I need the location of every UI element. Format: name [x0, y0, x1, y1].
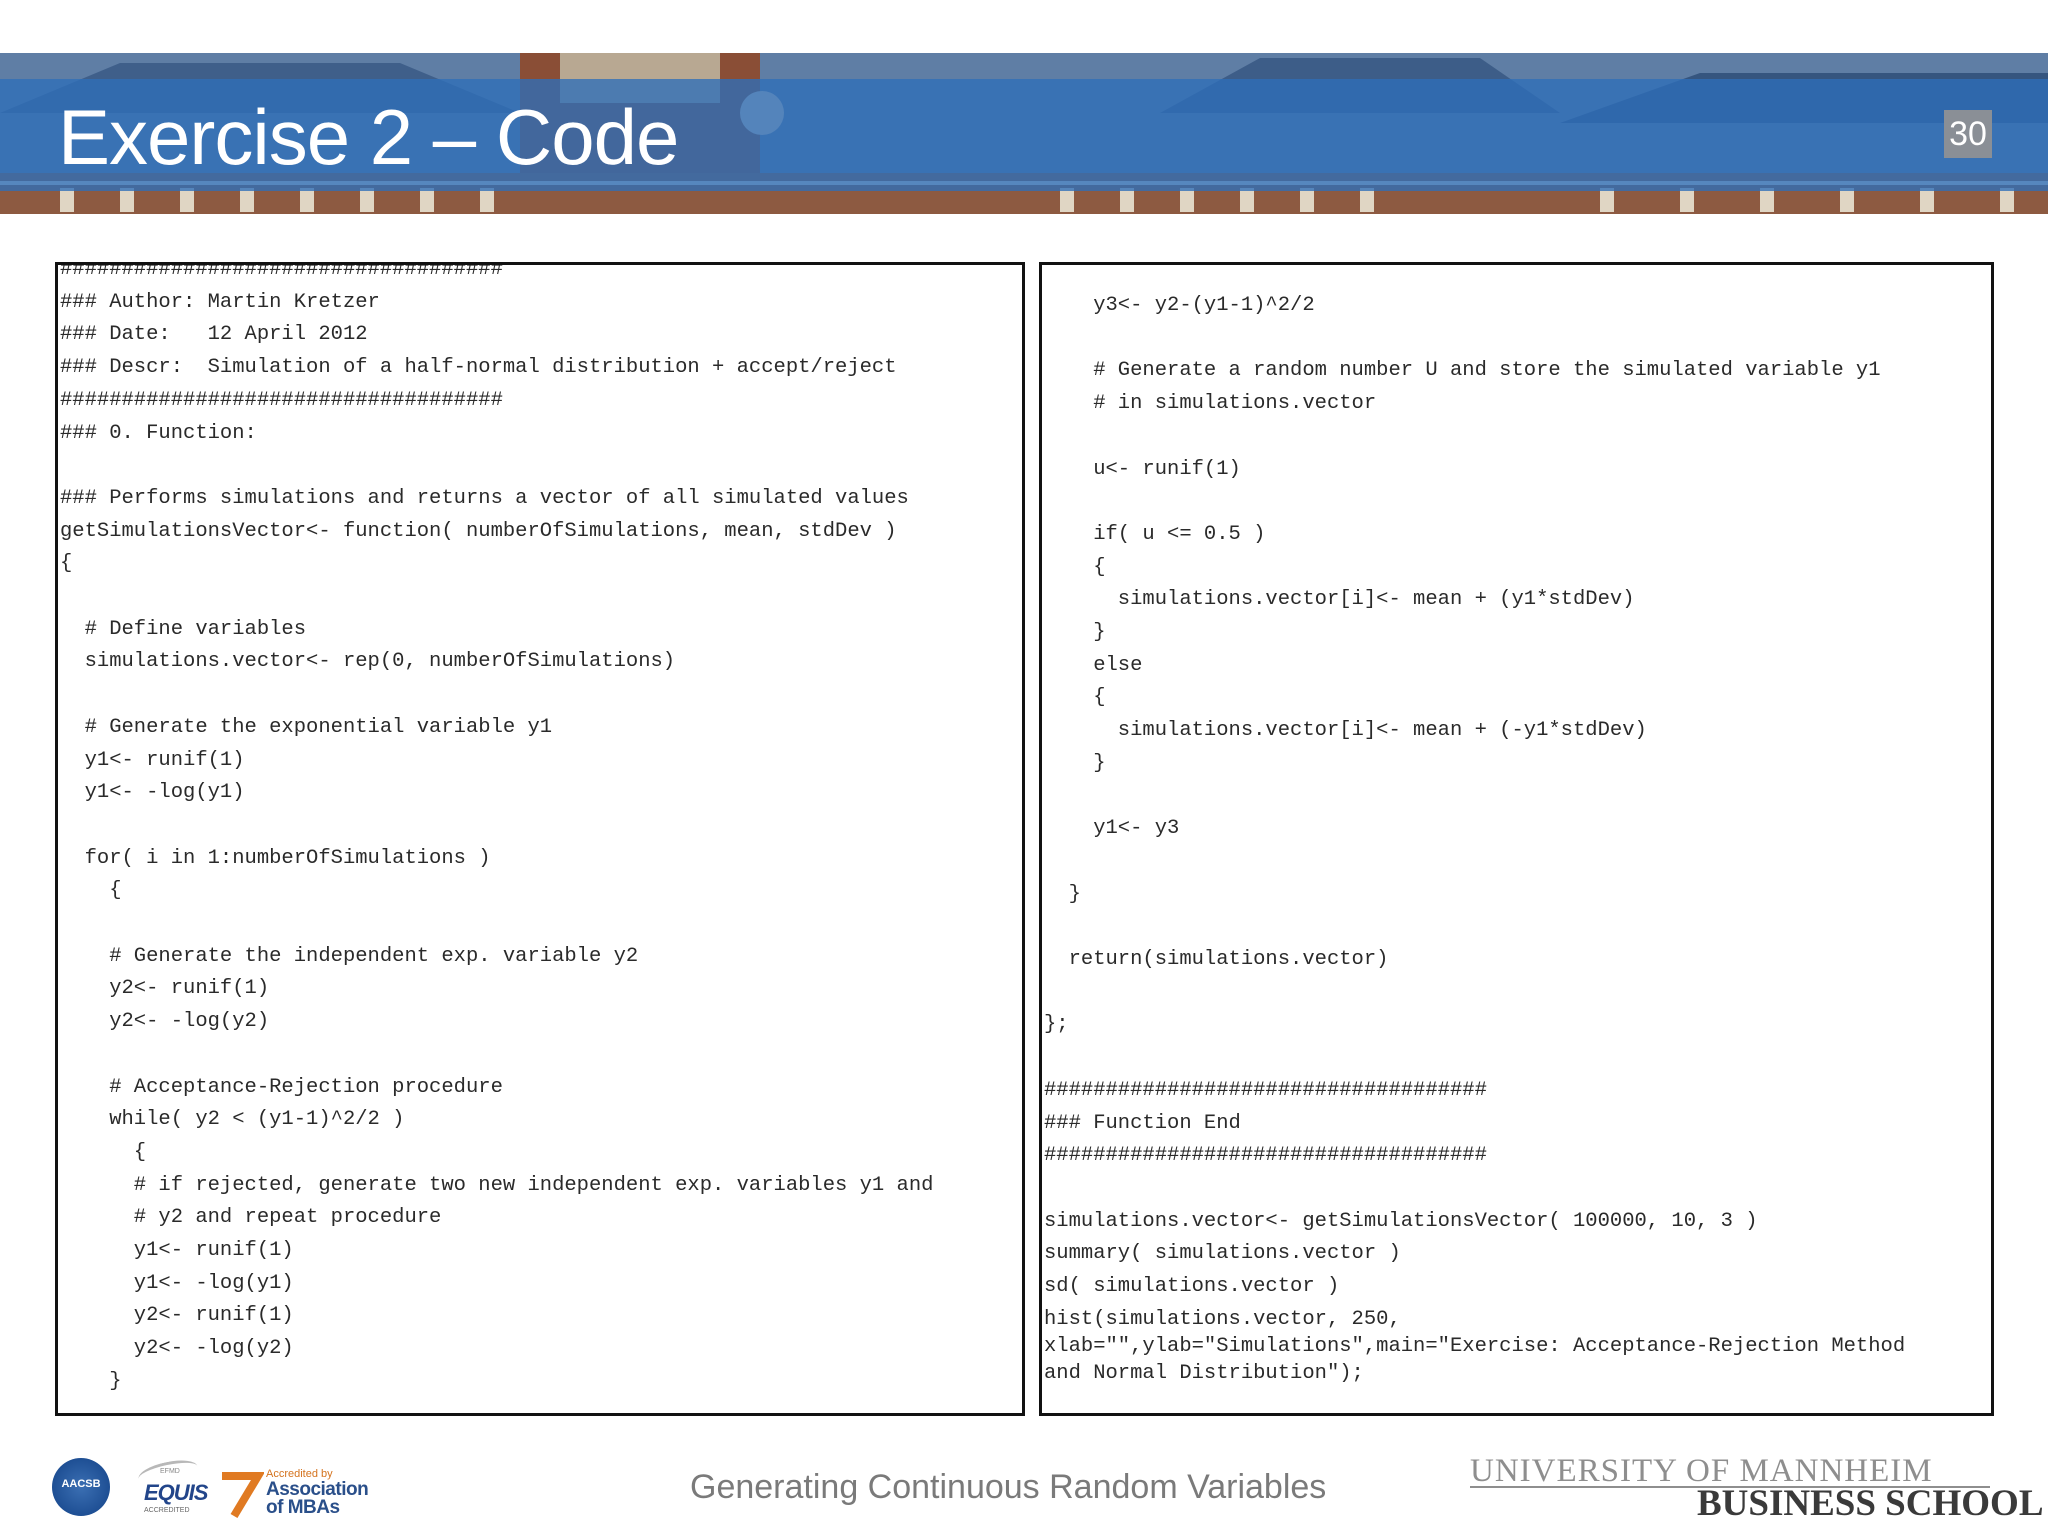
code-line: {: [60, 879, 122, 902]
code-line: and Normal Distribution");: [1044, 1362, 1364, 1385]
code-line: ### Author: Martin Kretzer: [60, 291, 380, 314]
code-line: u<- runif(1): [1044, 458, 1241, 481]
code-line: }: [1044, 621, 1106, 644]
code-line: ### 0. Function:: [60, 422, 257, 445]
code-line: # in simulations.vector: [1044, 392, 1377, 415]
code-line: }: [1044, 883, 1081, 906]
code-line: ### Function End: [1044, 1112, 1241, 1135]
code-line: y2<- -log(y2): [60, 1337, 294, 1360]
code-line: # Generate a random number U and store t…: [1044, 359, 1881, 382]
page-number: 30: [1944, 110, 1992, 158]
code-line: return(simulations.vector): [1044, 948, 1389, 971]
code-line: ####################################: [60, 389, 503, 412]
amba-line-2: of MBAs: [266, 1497, 340, 1518]
amba-name: Association of MBAs: [266, 1480, 369, 1518]
header-banner: Exercise 2 – Code 30: [0, 53, 2048, 214]
code-line: simulations.vector[i]<- mean + (y1*stdDe…: [1044, 588, 1635, 611]
code-line: # Generate the independent exp. variable…: [60, 945, 639, 968]
aacsb-logo: AACSB: [52, 1458, 110, 1516]
business-school-name: BUSINESS SCHOOL: [1697, 1483, 2044, 1524]
code-line: getSimulationsVector<- function( numberO…: [60, 520, 897, 543]
slide-title: Exercise 2 – Code: [58, 93, 679, 181]
code-line: y1<- runif(1): [60, 1239, 294, 1262]
code-line: y1<- runif(1): [60, 749, 245, 772]
code-line: ####################################: [60, 262, 503, 281]
code-line: summary( simulations.vector ): [1044, 1242, 1401, 1265]
code-line: while( y2 < (y1-1)^2/2 ): [60, 1108, 405, 1131]
code-line: y2<- -log(y2): [60, 1010, 270, 1033]
code-line: {: [60, 552, 73, 575]
code-panel-left: #################################### ### …: [55, 262, 1025, 1416]
code-line: ### Date: 12 April 2012: [60, 323, 368, 346]
footer-title: Generating Continuous Random Variables: [690, 1468, 1327, 1506]
amba-logo: Accredited by Association of MBAs: [218, 1468, 369, 1520]
code-line: # y2 and repeat procedure: [60, 1206, 442, 1229]
code-line: y3<- y2-(y1-1)^2/2: [1044, 294, 1315, 317]
code-line: };: [1044, 1013, 1069, 1036]
code-line: y1<- y3: [1044, 817, 1180, 840]
code-line: {: [1044, 686, 1106, 709]
code-line: xlab="",ylab="Simulations",main="Exercis…: [1044, 1335, 1906, 1358]
code-line: ####################################: [1044, 1079, 1487, 1102]
code-line: ### Descr: Simulation of a half-normal d…: [60, 356, 897, 379]
code-line: # Generate the exponential variable y1: [60, 716, 553, 739]
code-line: simulations.vector<- rep(0, numberOfSimu…: [60, 650, 676, 673]
code-line: for( i in 1:numberOfSimulations ): [60, 847, 491, 870]
code-line: hist(simulations.vector, 250,: [1044, 1308, 1401, 1331]
code-line: {: [1044, 556, 1106, 579]
code-line: # Define variables: [60, 618, 307, 641]
code-line: y1<- -log(y1): [60, 1272, 294, 1295]
code-line: y1<- -log(y1): [60, 781, 245, 804]
equis-text: EQUIS: [144, 1480, 208, 1505]
code-line: y2<- runif(1): [60, 977, 270, 1000]
code-line: ### Performs simulations and returns a v…: [60, 487, 909, 510]
code-line: }: [60, 1370, 122, 1393]
code-line: # if rejected, generate two new independ…: [60, 1174, 934, 1197]
code-line: if( u <= 0.5 ): [1044, 523, 1266, 546]
code-line: else: [1044, 654, 1143, 677]
code-line: ####################################: [1044, 1144, 1487, 1167]
amba-arrow-icon: [222, 1472, 264, 1519]
code-line: y2<- runif(1): [60, 1304, 294, 1327]
equis-top-text: EFMD: [160, 1468, 180, 1475]
code-line: {: [60, 1141, 147, 1164]
code-panel-right: y3<- y2-(y1-1)^2/2 # Generate a random n…: [1039, 262, 1994, 1416]
equis-logo: EFMD EQUIS ACCREDITED: [118, 1455, 208, 1518]
code-line: simulations.vector[i]<- mean + (-y1*stdD…: [1044, 719, 1647, 742]
code-line: sd( simulations.vector ): [1044, 1275, 1340, 1298]
code-line: simulations.vector<- getSimulationsVecto…: [1044, 1210, 1758, 1233]
code-line: }: [1044, 752, 1106, 775]
aacsb-logo-text: AACSB: [61, 1478, 101, 1490]
equis-subtext: ACCREDITED: [144, 1507, 190, 1514]
code-line: # Acceptance-Rejection procedure: [60, 1076, 503, 1099]
